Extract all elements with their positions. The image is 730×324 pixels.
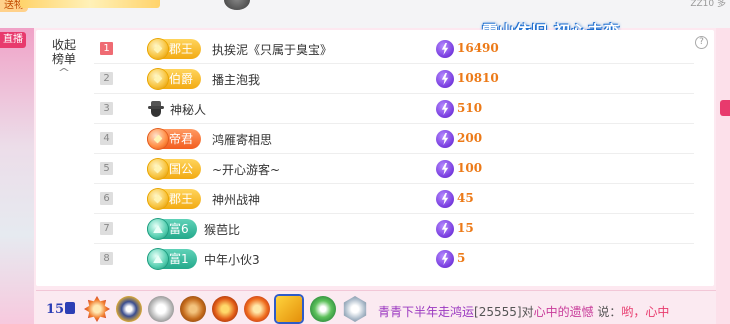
ranking-row[interactable]: 3 神秘人 510 [94, 94, 694, 124]
collapse-label-line2: 榜单 [51, 52, 76, 66]
medal-icon[interactable] [244, 296, 270, 322]
medal-icon[interactable] [212, 296, 238, 322]
collapse-label-line1: 收起 [51, 38, 76, 52]
medal-icon[interactable] [84, 296, 110, 322]
lightning-icon [436, 70, 454, 88]
username[interactable]: 鸿雁寄相思 [212, 131, 272, 148]
rank-number: 5 [100, 162, 113, 175]
chat-message: 青青下半年走鸿运[25555]对心中的遗憾 说：哟，心中 [378, 303, 669, 320]
chat-connector: 对 [521, 305, 534, 319]
rank-number: 4 [100, 132, 113, 145]
noble-badge: 国公 [147, 159, 202, 179]
lightning-icon [436, 250, 454, 268]
badge-label: 帝君 [169, 132, 194, 146]
diamond-icon [148, 189, 168, 209]
mystery-user-icon [148, 101, 164, 117]
sidebar-tab[interactable] [720, 100, 730, 116]
top-bar: 送物 ZZ10 多 [0, 0, 730, 28]
noble-badge: 伯爵 [147, 69, 202, 89]
ranking-row[interactable]: 5 国公 ~开心游客~ 100 [94, 154, 694, 184]
rank-number: 1 [100, 42, 113, 55]
lightning-icon [436, 100, 454, 118]
diamond-icon [148, 69, 168, 89]
ranking-row[interactable]: 7 富6 猴芭比 15 [94, 214, 694, 244]
medal-icon[interactable] [180, 296, 206, 322]
diamond-icon [148, 159, 168, 179]
ranking-panel: 收起 榜单 ^ ? 1 郡王 执挨泥《只属于臭宝》 16490 2 伯爵 播主泡… [36, 30, 714, 286]
user-level: 15 [46, 302, 76, 317]
medal-icon[interactable] [148, 296, 174, 322]
medal-icon[interactable] [116, 296, 142, 322]
score-value: 100 [457, 161, 483, 175]
rank-number: 6 [100, 192, 113, 205]
rank-number: 3 [100, 102, 113, 115]
diamond-icon [148, 39, 168, 59]
badge-label: 伯爵 [169, 72, 194, 86]
badge-label: 富6 [169, 222, 189, 236]
noble-badge: 帝君 [147, 129, 202, 149]
rank-number: 2 [100, 72, 113, 85]
score-value: 10810 [457, 71, 499, 85]
score-value: 200 [457, 131, 483, 145]
badge-label: 郡王 [169, 42, 194, 56]
level-value: 15 [46, 302, 65, 317]
lightning-icon [436, 130, 454, 148]
ranking-row[interactable]: 2 伯爵 播主泡我 10810 [94, 64, 694, 94]
wealth-badge: 富1 [147, 249, 197, 269]
lightning-icon [436, 220, 454, 238]
username[interactable]: 播主泡我 [212, 71, 260, 88]
emperor-icon [148, 129, 168, 149]
help-icon[interactable]: ? [695, 36, 708, 49]
badge-label: 郡王 [169, 192, 194, 206]
lightning-icon [436, 40, 454, 58]
noble-badge: 郡王 [147, 39, 202, 59]
badge-label: 富1 [169, 252, 189, 266]
ranking-row[interactable]: 8 富1 中年小伙3 5 [94, 244, 694, 274]
noble-badge: 郡王 [147, 189, 202, 209]
username[interactable]: ~开心游客~ [212, 161, 280, 178]
rank-number: 8 [100, 252, 113, 265]
username[interactable]: 神州战神 [212, 191, 260, 208]
triangle-icon [148, 219, 168, 239]
score-value: 5 [457, 251, 466, 265]
ranking-list: 1 郡王 执挨泥《只属于臭宝》 16490 2 伯爵 播主泡我 10810 3 … [94, 34, 694, 274]
chat-message-bar: 15 青青下半年走鸿运[25555]对心中的遗憾 说：哟，心中 [36, 290, 716, 324]
collapse-ranking-button[interactable]: 收起 榜单 ^ [44, 38, 84, 78]
chat-target-user[interactable]: 心中的遗憾 [534, 305, 594, 319]
chevron-up-icon: ^ [57, 66, 71, 79]
username[interactable]: 中年小伙3 [204, 251, 260, 268]
ranking-row[interactable]: 1 郡王 执挨泥《只属于臭宝》 16490 [94, 34, 694, 64]
medal-icon[interactable] [310, 296, 336, 322]
avatar[interactable] [224, 0, 250, 10]
video-player[interactable] [0, 28, 34, 324]
right-sidebar [716, 28, 730, 324]
live-tag: 直播 [0, 32, 26, 48]
username[interactable]: 执挨泥《只属于臭宝》 [212, 41, 332, 58]
chat-user-number: [25555] [474, 305, 522, 319]
triangle-icon [148, 249, 168, 269]
score-value: 15 [457, 221, 474, 235]
lightning-icon [436, 190, 454, 208]
username[interactable]: 神秘人 [170, 101, 206, 118]
score-value: 510 [457, 101, 483, 115]
medal-icon[interactable] [276, 296, 302, 322]
level-icon [65, 302, 76, 314]
channel-banner [20, 0, 160, 8]
badge-label: 国公 [169, 162, 194, 176]
wealth-badge: 富6 [147, 219, 197, 239]
medal-icon[interactable] [343, 296, 367, 322]
lightning-icon [436, 160, 454, 178]
chat-say: 说： [593, 305, 622, 319]
score-value: 45 [457, 191, 474, 205]
chat-text: 哟，心中 [621, 305, 670, 319]
ranking-row[interactable]: 6 郡王 神州战神 45 [94, 184, 694, 214]
username[interactable]: 猴芭比 [204, 221, 240, 238]
top-right-text: ZZ10 多 [690, 0, 726, 9]
chat-username[interactable]: 青青下半年走鸿运 [378, 305, 474, 319]
ranking-row[interactable]: 4 帝君 鸿雁寄相思 200 [94, 124, 694, 154]
rank-number: 7 [100, 222, 113, 235]
score-value: 16490 [457, 41, 499, 55]
